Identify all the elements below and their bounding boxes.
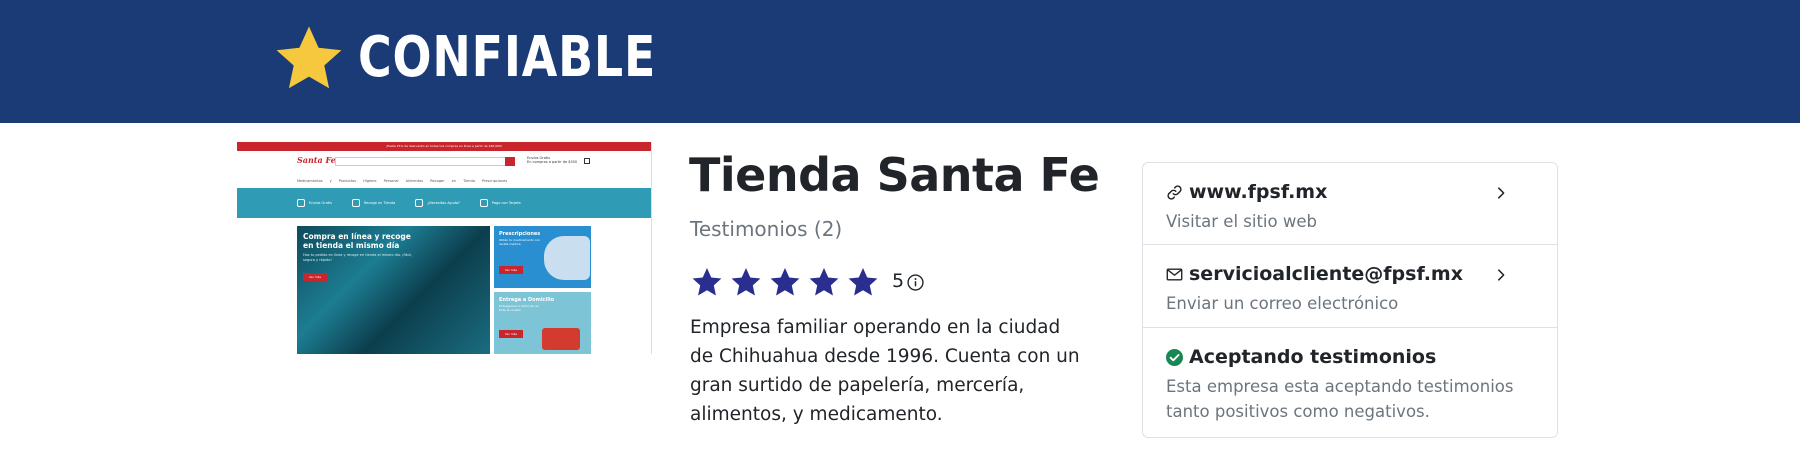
thumb-feature-label: Recoge en Tienda bbox=[364, 201, 396, 205]
thumb-feature: Recoge en Tienda bbox=[352, 199, 395, 207]
thumb-features-band: Envíos Gratis Recoge en Tienda ¿Necesita… bbox=[237, 188, 651, 218]
site-logo[interactable]: CONFIABLE bbox=[272, 22, 722, 94]
thumb-feature: ¿Necesitas Ayuda? bbox=[415, 199, 460, 207]
thumb-prescriptions-card: Prescripciones Obtén tu medicamento con … bbox=[494, 226, 591, 288]
rating-stars bbox=[690, 266, 880, 298]
chevron-right-icon bbox=[1498, 187, 1505, 199]
thumb-card-subtitle: Obtén tu medicamento con receta médica. bbox=[499, 238, 541, 246]
card-icon bbox=[479, 199, 488, 207]
thumb-hero-subtitle: Haz tu pedido en línea y recoge en tiend… bbox=[303, 253, 413, 262]
status-title: Aceptando testimonios bbox=[1166, 346, 1436, 368]
email-subtitle: Enviar un correo electrónico bbox=[1166, 294, 1399, 313]
website-screenshot[interactable]: ¡Hasta 15% de descuento en todas tus com… bbox=[237, 142, 652, 354]
thumb-feature-label: Pago con Tarjeta bbox=[491, 201, 521, 205]
cart-icon bbox=[584, 158, 590, 164]
email-link[interactable]: servicioalcliente@fpsf.mx Enviar un corr… bbox=[1143, 245, 1557, 328]
thumb-feature-label: Envíos Gratis bbox=[309, 201, 333, 205]
thumb-menu: Medicamentos y Productos Higiene Persona… bbox=[297, 179, 508, 183]
thumb-info-sub: En compras a partir de $300 bbox=[527, 160, 578, 164]
website-title: www.fpsf.mx bbox=[1166, 181, 1327, 203]
status-label: Aceptando testimonios bbox=[1189, 346, 1437, 368]
thumb-card-title: Entrega a Domicilio bbox=[499, 297, 555, 303]
contact-card: www.fpsf.mx Visitar el sitio web servici… bbox=[1142, 162, 1558, 438]
thumb-hero-banner: Compra en línea y recoge en tienda el mi… bbox=[297, 226, 490, 354]
star-icon bbox=[731, 268, 761, 296]
star-icon bbox=[809, 268, 839, 296]
thumb-feature: Envíos Gratis bbox=[297, 199, 332, 207]
website-link[interactable]: www.fpsf.mx Visitar el sitio web bbox=[1143, 163, 1557, 245]
check-circle-icon bbox=[1166, 348, 1183, 366]
star-icon bbox=[848, 268, 878, 296]
email-title: servicioalcliente@fpsf.mx bbox=[1166, 263, 1463, 285]
thumb-hero-button: Ver más bbox=[303, 273, 327, 281]
thumb-feature-label: ¿Necesitas Ayuda? bbox=[427, 201, 460, 205]
thumb-navbar: Santa Fe Envíos Gratis En compras a part… bbox=[237, 151, 651, 175]
business-description: Empresa familiar operando en la ciudad d… bbox=[690, 317, 1080, 425]
link-icon bbox=[1167, 184, 1182, 200]
thumb-hero-title: Compra en línea y recoge en tienda el mi… bbox=[303, 232, 411, 250]
website-subtitle: Visitar el sitio web bbox=[1166, 212, 1317, 231]
thumb-search-button bbox=[505, 157, 515, 166]
truck-icon bbox=[297, 199, 305, 207]
store-icon bbox=[352, 199, 361, 207]
help-icon bbox=[415, 199, 424, 207]
thumb-card-button: Ver más bbox=[499, 266, 523, 274]
star-icon bbox=[276, 26, 342, 89]
thumb-hand-image bbox=[544, 236, 590, 280]
rating-value: 5 bbox=[892, 270, 905, 292]
site-header: CONFIABLE bbox=[0, 0, 1800, 123]
envelope-icon bbox=[1166, 267, 1183, 281]
thumb-truck-image bbox=[542, 328, 580, 350]
star-icon bbox=[770, 268, 800, 296]
thumb-feature: Pago con Tarjeta bbox=[479, 199, 521, 207]
business-name: Tienda Santa Fe bbox=[689, 148, 1100, 202]
review-status: Aceptando testimonios Esta empresa esta … bbox=[1143, 328, 1557, 438]
email-address: servicioalcliente@fpsf.mx bbox=[1189, 263, 1463, 285]
star-icon bbox=[692, 268, 722, 296]
thumb-delivery-card: Entrega a Domicilio Entregamos a domicil… bbox=[494, 292, 591, 354]
reviews-link[interactable]: Testimonios (2) bbox=[690, 217, 842, 241]
thumb-card-button: Ver más bbox=[499, 330, 523, 338]
thumb-search bbox=[335, 157, 515, 166]
info-icon[interactable] bbox=[907, 274, 924, 291]
thumb-shipping-info: Envíos Gratis En compras a partir de $30… bbox=[527, 156, 577, 164]
thumb-promo-bar: ¡Hasta 15% de descuento en todas tus com… bbox=[237, 142, 651, 151]
thumb-card-title: Prescripciones bbox=[499, 231, 541, 237]
website-url: www.fpsf.mx bbox=[1189, 181, 1328, 203]
chevron-right-icon bbox=[1498, 269, 1505, 281]
thumb-logo: Santa Fe bbox=[297, 155, 336, 165]
brand-name: CONFIABLE bbox=[358, 25, 657, 90]
thumb-card-subtitle: Entregamos a domicilio en toda la ciudad… bbox=[499, 304, 539, 312]
status-description: Esta empresa esta aceptando testimonios … bbox=[1166, 377, 1514, 421]
